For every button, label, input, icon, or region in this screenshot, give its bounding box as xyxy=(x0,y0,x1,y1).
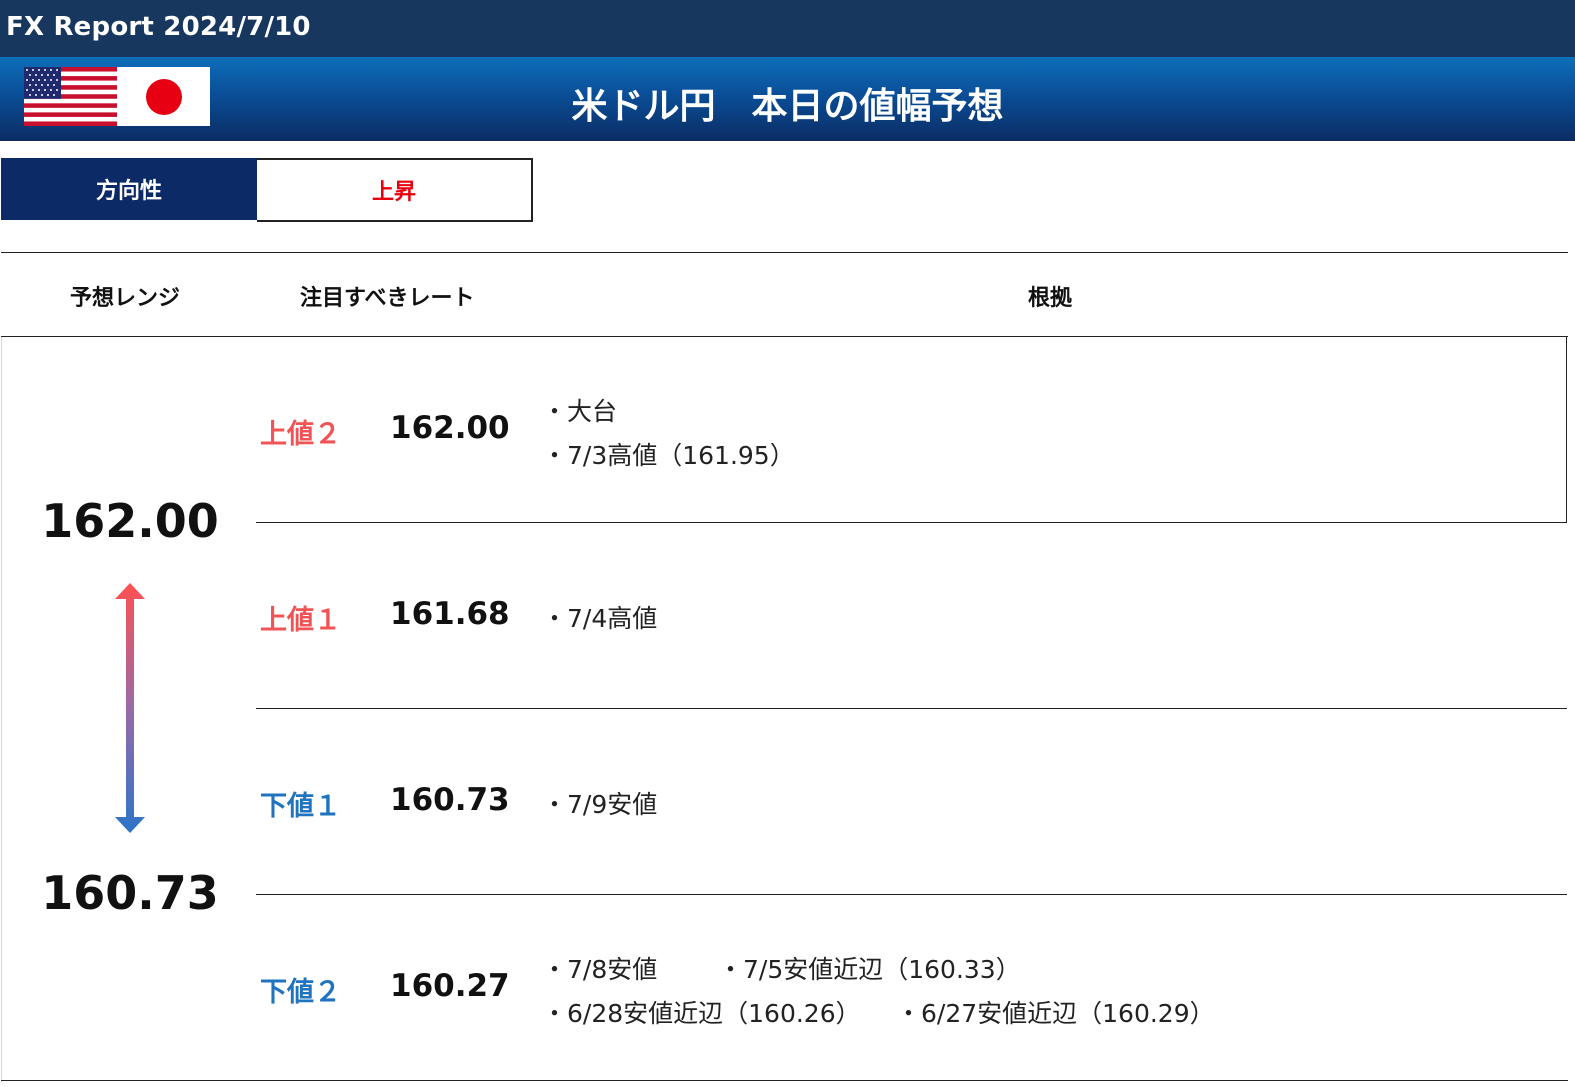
page-title: 米ドル円 本日の値幅予想 xyxy=(571,86,1004,127)
top-bar: FX Report 2024/7/10 xyxy=(0,0,1575,57)
row-divider-1 xyxy=(256,522,1567,523)
basis-upper-2-item-2: ・7/3高値（161.95） xyxy=(542,441,795,470)
row-label-upper-1: 上値１ xyxy=(260,605,341,636)
column-header-range: 予想レンジ xyxy=(70,286,181,311)
basis-upper-2-item-1: ・大台 xyxy=(542,397,618,426)
table-bottom-rule xyxy=(1,1080,1568,1081)
row-label-lower-1: 下値１ xyxy=(260,791,341,822)
range-low-value: 160.73 xyxy=(41,866,219,920)
direction-value: 上昇 xyxy=(257,158,533,222)
row-rate-upper-1: 161.68 xyxy=(390,596,510,632)
basis-lower-2-item-2: ・7/5安値近辺（160.33） xyxy=(718,955,1021,984)
basis-lower-2-item-4: ・6/27安値近辺（160.29） xyxy=(896,999,1215,1028)
row-label-upper-2: 上値２ xyxy=(260,419,341,450)
row-rate-upper-2: 162.00 xyxy=(390,410,510,446)
column-header-rates: 注目すべきレート xyxy=(300,286,475,311)
table-left-border xyxy=(1,337,2,1082)
basis-upper-1-item-1: ・7/4高値 xyxy=(542,604,658,633)
header-bottom-rule xyxy=(1,336,1568,337)
title-band: 米ドル円 本日の値幅予想 xyxy=(0,57,1575,141)
basis-lower-2-item-3: ・6/28安値近辺（160.26） xyxy=(542,999,861,1028)
range-high-value: 162.00 xyxy=(41,494,219,548)
double-arrow-icon xyxy=(112,583,148,839)
basis-lower-2-item-1: ・7/8安値 xyxy=(542,955,658,984)
row-label-lower-2: 下値２ xyxy=(260,977,341,1008)
basis-lower-1-item-1: ・7/9安値 xyxy=(542,790,658,819)
direction-label: 方向性 xyxy=(1,158,257,220)
row-rate-lower-1: 160.73 xyxy=(390,782,510,818)
row-rate-lower-2: 160.27 xyxy=(390,968,510,1004)
column-header-basis: 根拠 xyxy=(1028,286,1073,311)
report-title: FX Report 2024/7/10 xyxy=(6,12,311,42)
header-top-rule xyxy=(1,252,1568,253)
row-divider-2 xyxy=(256,708,1567,709)
table-right-border xyxy=(1566,337,1567,523)
row-divider-3 xyxy=(256,894,1567,895)
